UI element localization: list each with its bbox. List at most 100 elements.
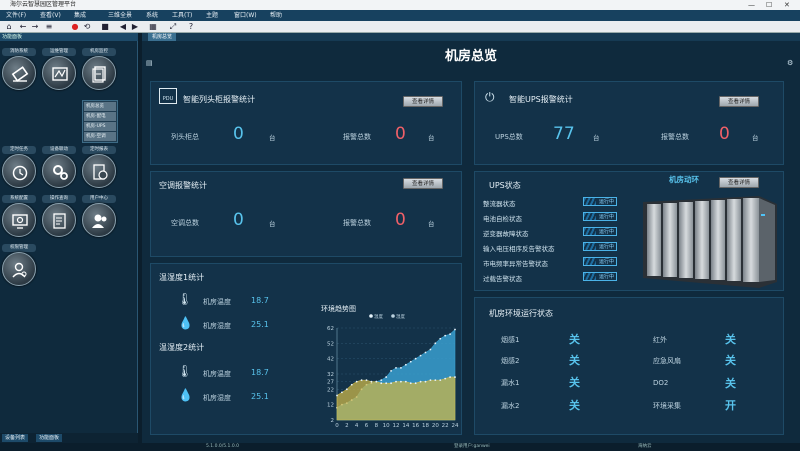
status-bar: 5.1.0.0/5.1.0.0 登录用户:ganwei 海纳云	[142, 443, 800, 451]
ups-row-status-rectifier: 运行中	[583, 197, 617, 206]
chart-point	[350, 383, 353, 386]
chart-point	[424, 351, 427, 354]
env-status-title: 机房环境运行状态	[489, 309, 553, 318]
chart-point	[400, 380, 402, 383]
chart-point	[380, 379, 383, 382]
env-value-do2: 关	[725, 377, 736, 390]
chart-y-tick: 22	[327, 387, 334, 393]
home-icon[interactable]: ⌂	[4, 22, 14, 32]
temp2-temp-value: 18.7	[251, 368, 269, 377]
ac-detail-button[interactable]: 查看详情	[403, 178, 443, 189]
refresh-icon[interactable]: ⟲	[82, 22, 92, 32]
chart-x-tick: 16	[412, 423, 419, 429]
forward-icon[interactable]: →	[30, 22, 40, 32]
chart-point	[385, 376, 388, 378]
pdu-detail-button[interactable]: 查看详情	[403, 96, 443, 107]
scheduled-report-button[interactable]	[82, 154, 116, 188]
ops-management-button[interactable]	[42, 56, 76, 90]
prev-icon[interactable]: ◀	[118, 22, 128, 32]
ups-row-label-rectifier: 整流器状态	[483, 200, 516, 208]
tab-function-panel[interactable]: 功能面板	[36, 434, 63, 442]
close-button[interactable]: ✕	[784, 0, 790, 10]
chart-point	[380, 382, 383, 385]
menu-list-icon[interactable]: ≡	[44, 22, 54, 32]
chart-point	[400, 366, 402, 369]
chart-x-tick: 14	[402, 423, 409, 429]
room-dynamic-label: 机房动环	[669, 175, 699, 184]
chart-y-tick: 2	[331, 418, 335, 424]
fire-system-button[interactable]	[2, 56, 36, 90]
user-center-button[interactable]	[82, 203, 116, 237]
menu-theme[interactable]: 主题	[206, 10, 218, 21]
function-panel: 功能面板 消防系统 运维管理 机房监控 机房总览 机房-配电 机房-UPS 机房…	[0, 33, 138, 433]
pdu-alarm-value: 0	[395, 124, 406, 144]
thermometer-icon: 🌡	[177, 292, 193, 306]
menu-system[interactable]: 系统	[146, 10, 158, 21]
menu-window[interactable]: 窗口(W)	[234, 10, 257, 21]
chart-point	[434, 379, 437, 382]
water-drop-icon: 💧	[178, 316, 193, 330]
env-value-fan: 关	[725, 354, 736, 367]
maximize-button[interactable]: ☐	[766, 0, 772, 10]
env-value-leak1: 关	[569, 376, 580, 389]
scheduled-task-button[interactable]	[2, 154, 36, 188]
device-linkage-button[interactable]	[42, 154, 76, 188]
user-center-label: 用户中心	[82, 195, 116, 203]
menu-file[interactable]: 文件(F)	[6, 10, 26, 21]
operation-query-button[interactable]	[42, 203, 76, 237]
chart-point	[444, 334, 447, 337]
record-icon[interactable]: ●	[70, 22, 80, 32]
server-rack-image	[643, 196, 777, 288]
system-config-button[interactable]	[2, 203, 36, 237]
chart-point	[449, 376, 451, 378]
temp1-hum-value: 25.1	[251, 320, 269, 329]
chart-legend-label: 湿度	[396, 313, 405, 320]
tab-room-overview[interactable]: 机房总览	[148, 33, 177, 41]
env-label-leak2: 漏水2	[501, 402, 520, 410]
menu-bar: 文件(F) 查看(V) 集成 三维全景 系统 工具(T) 主题 窗口(W) 帮助	[0, 10, 800, 21]
chart-point	[390, 382, 392, 385]
back-icon[interactable]: ←	[18, 22, 28, 32]
minimize-button[interactable]: —	[748, 0, 755, 10]
menu-tools[interactable]: 工具(T)	[172, 10, 192, 21]
system-config-label: 系统配置	[2, 195, 36, 203]
menu-view[interactable]: 查看(V)	[40, 10, 61, 21]
submenu-item-ac[interactable]: 机房-空调	[84, 132, 116, 141]
chart-point	[404, 363, 407, 366]
next-icon[interactable]: ▶	[130, 22, 140, 32]
room-monitor-label: 机房监控	[82, 48, 116, 56]
submenu-item-ups[interactable]: 机房-UPS	[84, 122, 116, 131]
chart-point	[424, 380, 427, 383]
ups-status-detail-button[interactable]: 查看详情	[719, 177, 759, 188]
water-drop-icon: 💧	[178, 388, 193, 402]
menu-integration[interactable]: 集成	[74, 10, 86, 21]
grid-icon[interactable]: ▦	[148, 22, 158, 32]
scheduled-task-label: 定时任务	[2, 146, 36, 154]
chart-legend-marker	[391, 314, 395, 318]
env-value-collect: 开	[725, 399, 736, 412]
pdu-total-unit: 台	[269, 134, 276, 142]
chart-point	[336, 394, 338, 397]
chart-point	[395, 380, 397, 383]
ac-alarm-unit: 台	[428, 220, 435, 228]
help-icon[interactable]: ?	[186, 22, 196, 32]
ac-total-unit: 台	[269, 220, 276, 228]
room-monitor-button[interactable]	[82, 56, 116, 90]
ups-detail-button[interactable]: 查看详情	[719, 96, 759, 107]
submenu-item-power[interactable]: 机房-配电	[84, 112, 116, 121]
menu-help[interactable]: 帮助	[270, 10, 282, 21]
submenu-item-overview[interactable]: 机房总览	[84, 102, 116, 111]
chart-y-tick: 12	[327, 403, 334, 409]
ups-row-label-mains: 市电频率异常告警状态	[483, 260, 548, 268]
menu-3d-panorama[interactable]: 三维全景	[108, 10, 132, 21]
ups-alarm-panel: ⏻ 智能UPS报警统计 查看详情 UPS总数 77 台 报警总数 0 台	[474, 81, 784, 165]
document-stack-icon	[92, 66, 106, 83]
permission-management-button[interactable]	[2, 252, 36, 286]
fullscreen-icon[interactable]: ⤢	[168, 22, 178, 32]
temp2-hum-label: 机房湿度	[203, 394, 231, 402]
stop-icon[interactable]: ■	[100, 22, 110, 32]
chart-x-tick: 24	[452, 423, 459, 429]
chart-point	[439, 379, 442, 382]
tab-device-list[interactable]: 设备列表	[2, 434, 29, 442]
chart-point	[449, 333, 451, 336]
